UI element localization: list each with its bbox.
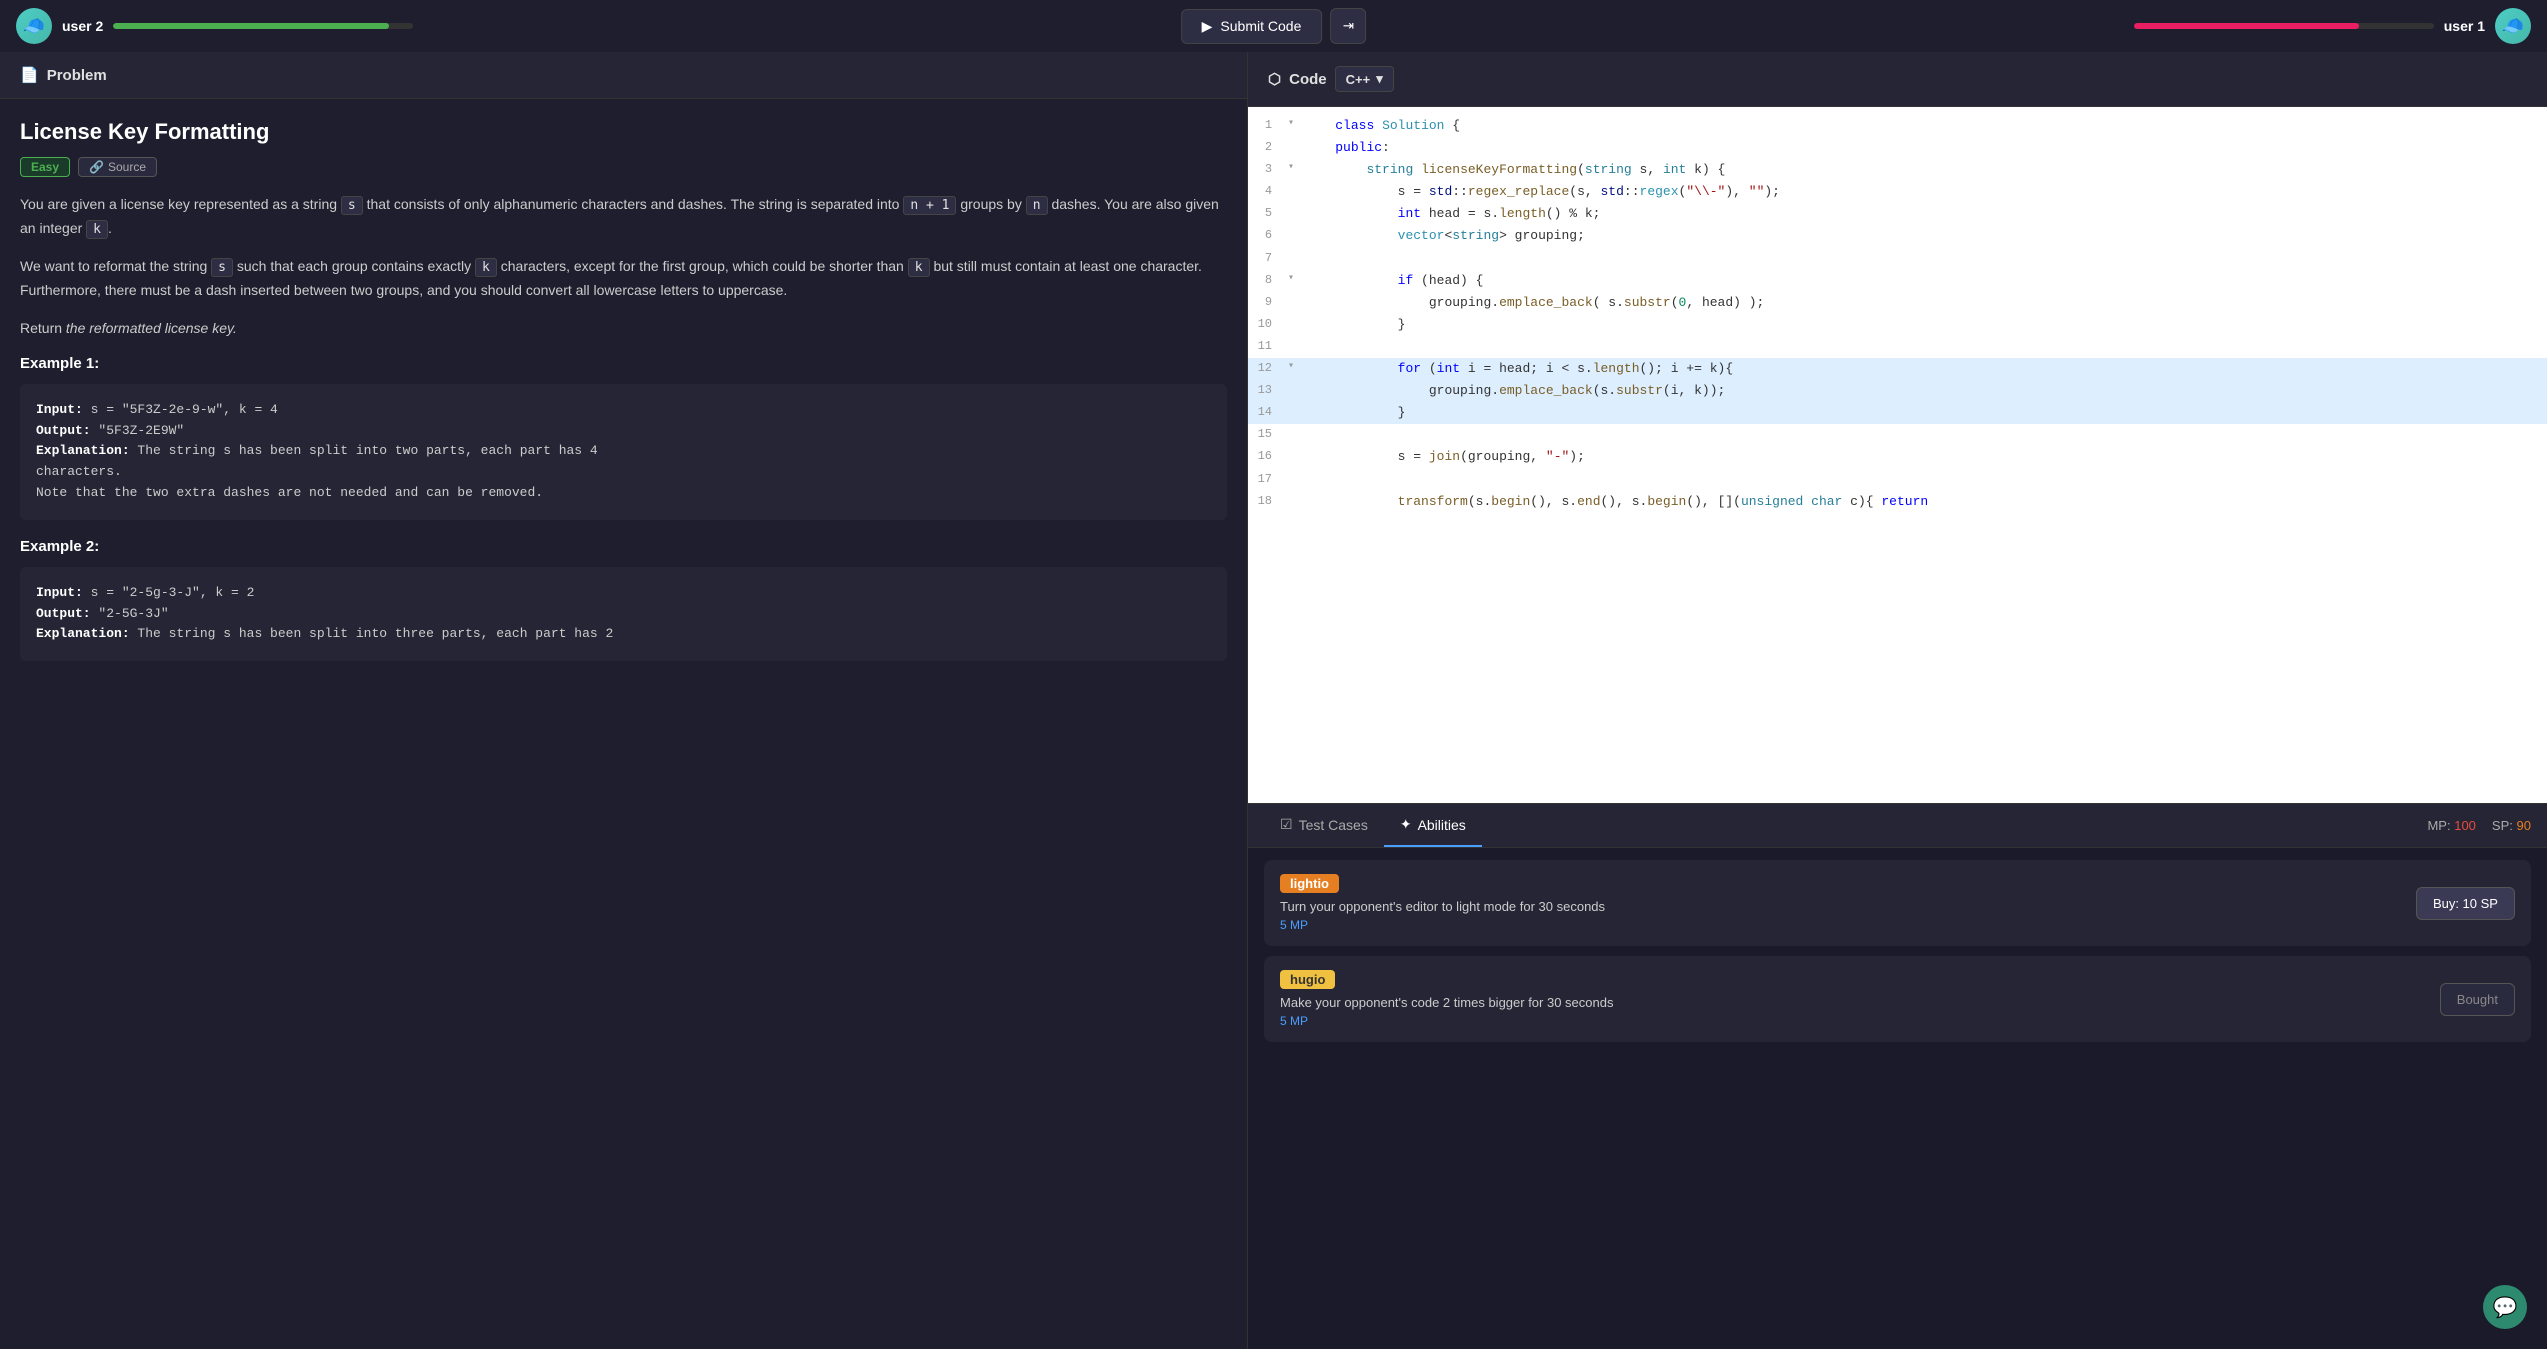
ability-tag-lightio: lightio xyxy=(1280,874,1339,893)
inline-k1: k xyxy=(86,220,108,239)
code-line-1: 1 ▾ class Solution { xyxy=(1248,115,2547,137)
ability-tag-hugio: hugio xyxy=(1280,970,1335,989)
code-header: ⬡ Code C++ ▾ xyxy=(1248,52,2547,107)
code-icon: ⬡ xyxy=(1268,70,1281,88)
mp-value: 100 xyxy=(2454,818,2476,833)
problem-panel-header: 📄 Problem xyxy=(0,52,1247,99)
user-left: 🧢 user 2 xyxy=(16,8,1274,44)
code-line-16: 16 s = join(grouping, "-"); xyxy=(1248,446,2547,468)
buy-button-lightio[interactable]: Buy: 10 SP xyxy=(2416,887,2515,920)
code-line-5: 5 int head = s.length() % k; xyxy=(1248,203,2547,225)
progress-fill-right xyxy=(2134,23,2359,29)
code-panel-title: Code xyxy=(1289,71,1327,88)
sp-stat: SP: 90 xyxy=(2492,818,2531,833)
tab-bar: ☑ Test Cases ✦ Abilities MP: 100 SP: 90 xyxy=(1248,804,2547,848)
code-line-18: 18 transform(s.begin(), s.end(), s.begin… xyxy=(1248,491,2547,513)
tab-stats: MP: 100 SP: 90 xyxy=(2427,806,2531,845)
code-line-15: 15 xyxy=(1248,424,2547,446)
code-editor[interactable]: 1 ▾ class Solution { 2 public: xyxy=(1248,107,2547,803)
code-line-11: 11 xyxy=(1248,336,2547,358)
ability-card-hugio: hugio Make your opponent's code 2 times … xyxy=(1264,956,2531,1042)
check-icon: ☑ xyxy=(1280,816,1293,833)
code-panel: ⬡ Code C++ ▾ 1 ▾ class Solution { xyxy=(1248,52,2547,804)
star-icon: ✦ xyxy=(1400,816,1412,833)
tab-abilities[interactable]: ✦ Abilities xyxy=(1384,804,1482,847)
problem-return-text: Return the reformatted license key. xyxy=(20,317,1227,341)
code-line-4: 4 s = std::regex_replace(s, std::regex("… xyxy=(1248,181,2547,203)
difficulty-badge: Easy xyxy=(20,157,70,177)
bottom-panel: ☑ Test Cases ✦ Abilities MP: 100 SP: 90 xyxy=(1248,804,2547,1349)
progress-bar-right xyxy=(2134,23,2434,29)
code-line-17: 17 xyxy=(1248,469,2547,491)
right-panel: ⬡ Code C++ ▾ 1 ▾ class Solution { xyxy=(1248,52,2547,1349)
sp-value: 90 xyxy=(2517,818,2531,833)
code-line-7: 7 xyxy=(1248,248,2547,270)
example2-code: Input: s = "2-5g-3-J", k = 2 Output: "2-… xyxy=(20,567,1227,661)
badges: Easy 🔗 Source xyxy=(20,157,1227,177)
language-selector[interactable]: C++ ▾ xyxy=(1335,66,1394,92)
code-line-2: 2 public: xyxy=(1248,137,2547,159)
main-layout: 📄 Problem License Key Formatting Easy 🔗 … xyxy=(0,52,2547,1349)
problem-description-2: We want to reformat the string s such th… xyxy=(20,255,1227,303)
return-italic: the reformatted license key. xyxy=(66,320,237,336)
inline-k3: k xyxy=(908,258,930,277)
user-right: user 1 🧢 xyxy=(1274,8,2532,44)
ability-info-lightio: lightio Turn your opponent's editor to l… xyxy=(1280,874,2402,932)
ability-cost-lightio: 5 MP xyxy=(1280,918,2402,932)
language-label: C++ xyxy=(1346,72,1371,87)
code-line-10: 10 } xyxy=(1248,314,2547,336)
example1-title: Example 1: xyxy=(20,355,1227,372)
example2-title: Example 2: xyxy=(20,538,1227,555)
problem-description-1: You are given a license key represented … xyxy=(20,193,1227,241)
progress-fill-left xyxy=(113,23,389,29)
center-controls: ▶ Submit Code ⇥ xyxy=(1181,8,1367,44)
code-line-3: 3 ▾ string licenseKeyFormatting(string s… xyxy=(1248,159,2547,181)
problem-panel: 📄 Problem License Key Formatting Easy 🔗 … xyxy=(0,52,1248,1349)
ability-desc-lightio: Turn your opponent's editor to light mod… xyxy=(1280,899,2402,914)
buy-button-hugio: Bought xyxy=(2440,983,2515,1016)
chevron-down-icon: ▾ xyxy=(1376,71,1383,87)
logout-icon: ⇥ xyxy=(1343,18,1354,34)
code-line-12: 12 ▾ for (int i = head; i < s.length(); … xyxy=(1248,358,2547,380)
tab-abilities-label: Abilities xyxy=(1418,817,1466,833)
submit-label: Submit Code xyxy=(1220,18,1301,34)
username-left: user 2 xyxy=(62,18,103,34)
problem-title: License Key Formatting xyxy=(20,119,1227,145)
ability-info-hugio: hugio Make your opponent's code 2 times … xyxy=(1280,970,2426,1028)
problem-content[interactable]: License Key Formatting Easy 🔗 Source You… xyxy=(0,99,1247,1349)
topbar: 🧢 user 2 ▶ Submit Code ⇥ user 1 🧢 xyxy=(0,0,2547,52)
submit-button[interactable]: ▶ Submit Code xyxy=(1181,9,1323,44)
ability-card-lightio: lightio Turn your opponent's editor to l… xyxy=(1264,860,2531,946)
external-link-icon: 🔗 xyxy=(89,160,104,174)
mp-stat: MP: 100 xyxy=(2427,818,2475,833)
inline-k2: k xyxy=(475,258,497,277)
tab-test-cases-label: Test Cases xyxy=(1299,817,1368,833)
inline-n1: n + 1 xyxy=(903,196,956,215)
inline-n2: n xyxy=(1026,196,1048,215)
document-icon: 📄 xyxy=(20,66,39,84)
code-line-13: 13 grouping.emplace_back(s.substr(i, k))… xyxy=(1248,380,2547,402)
code-line-6: 6 vector<string> grouping; xyxy=(1248,225,2547,247)
source-badge[interactable]: 🔗 Source xyxy=(78,157,157,177)
avatar-left: 🧢 xyxy=(16,8,52,44)
ability-cost-hugio: 5 MP xyxy=(1280,1014,2426,1028)
progress-bar-left xyxy=(113,23,413,29)
abilities-content[interactable]: lightio Turn your opponent's editor to l… xyxy=(1248,848,2547,1349)
code-line-8: 8 ▾ if (head) { xyxy=(1248,270,2547,292)
chat-icon: 💬 xyxy=(2493,1295,2518,1320)
example1-code: Input: s = "5F3Z-2e-9-w", k = 4 Output: … xyxy=(20,384,1227,520)
ability-desc-hugio: Make your opponent's code 2 times bigger… xyxy=(1280,995,2426,1010)
username-right: user 1 xyxy=(2444,18,2485,34)
inline-s2: s xyxy=(211,258,233,277)
code-line-9: 9 grouping.emplace_back( s.substr(0, hea… xyxy=(1248,292,2547,314)
logout-button[interactable]: ⇥ xyxy=(1330,8,1366,44)
play-icon: ▶ xyxy=(1202,18,1213,35)
tab-test-cases[interactable]: ☑ Test Cases xyxy=(1264,804,1384,847)
chat-button[interactable]: 💬 xyxy=(2483,1285,2527,1329)
problem-panel-title: Problem xyxy=(47,67,107,84)
avatar-right: 🧢 xyxy=(2495,8,2531,44)
code-line-14: 14 } xyxy=(1248,402,2547,424)
inline-s1: s xyxy=(341,196,363,215)
